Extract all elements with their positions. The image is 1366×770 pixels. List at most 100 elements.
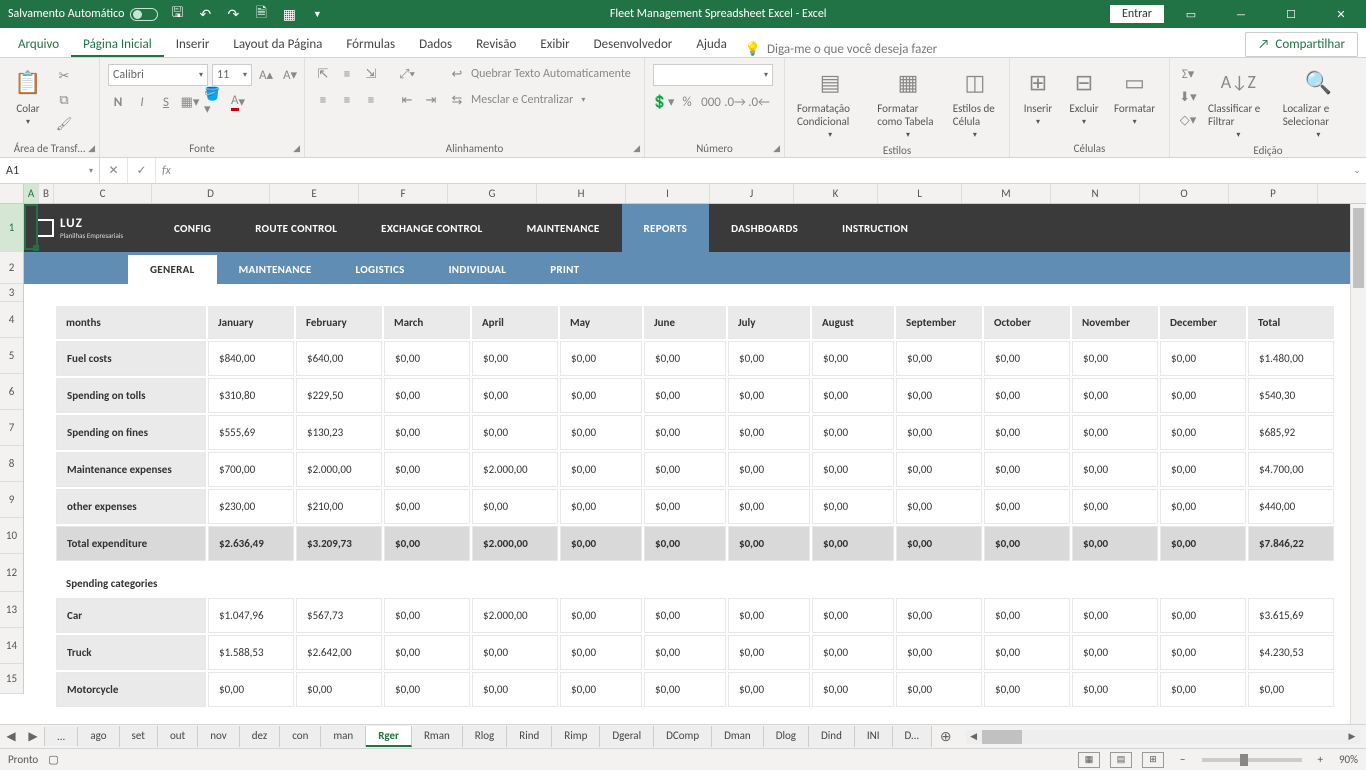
ribbon-options-icon[interactable]: ▭ <box>1168 0 1214 28</box>
view-normal-icon[interactable]: ▦ <box>1078 752 1100 768</box>
table-cell[interactable]: $0,00 <box>728 415 810 450</box>
table-cell[interactable]: $2.000,00 <box>472 526 558 561</box>
table-header[interactable]: months <box>56 306 206 339</box>
table-cell[interactable]: $229,50 <box>296 378 382 413</box>
table-cell[interactable]: $0,00 <box>896 378 982 413</box>
table-cell[interactable]: $0,00 <box>812 526 894 561</box>
table-cell[interactable]: $0,00 <box>1072 452 1158 487</box>
table-cell[interactable]: $0,00 <box>472 672 558 707</box>
table-cell[interactable]: $0,00 <box>1072 415 1158 450</box>
table-cell[interactable]: $0,00 <box>384 672 470 707</box>
table-cell[interactable]: $0,00 <box>896 526 982 561</box>
insert-cells-button[interactable]: ⊞Inserir▾ <box>1018 62 1058 129</box>
share-button[interactable]: ↗ Compartilhar <box>1245 32 1358 57</box>
table-cell[interactable]: $555,69 <box>208 415 294 450</box>
nav-item-config[interactable]: CONFIG <box>152 204 233 252</box>
table-cell[interactable]: Truck <box>56 635 206 670</box>
table-cell[interactable]: $0,00 <box>812 672 894 707</box>
vertical-scrollbar[interactable] <box>1350 204 1366 724</box>
table-cell[interactable]: $0,00 <box>644 341 726 376</box>
sheet-tab[interactable]: dez <box>240 726 281 747</box>
sheet-tab[interactable]: ago <box>78 726 119 747</box>
column-header[interactable]: A <box>24 184 39 203</box>
expand-formula-bar-icon[interactable]: ⌄ <box>1348 165 1366 176</box>
table-cell[interactable]: $0,00 <box>728 452 810 487</box>
sheet-tab[interactable]: man <box>321 726 366 747</box>
table-cell[interactable]: $130,23 <box>296 415 382 450</box>
table-cell[interactable]: $0,00 <box>644 672 726 707</box>
copy-icon[interactable]: ⧉ <box>54 90 74 110</box>
merge-center-button[interactable]: ⇆Mesclar e Centralizar▾ <box>447 90 631 110</box>
row-header[interactable]: 14 <box>0 628 23 664</box>
table-cell[interactable]: $0,00 <box>1072 672 1158 707</box>
table-cell[interactable]: $0,00 <box>728 598 810 633</box>
zoom-level[interactable]: 90% <box>1339 753 1358 766</box>
qat-icon-1[interactable]: 🗎 <box>252 5 270 23</box>
tab-review[interactable]: Revisão <box>464 31 528 57</box>
table-cell[interactable]: $0,00 <box>728 672 810 707</box>
table-cell[interactable]: $0,00 <box>384 415 470 450</box>
table-cell[interactable]: $0,00 <box>472 378 558 413</box>
column-header[interactable]: P <box>1229 184 1318 203</box>
table-cell[interactable]: $700,00 <box>208 452 294 487</box>
align-center-icon[interactable]: ≡ <box>337 90 357 110</box>
name-box[interactable]: A1▾ <box>0 158 100 183</box>
tab-insert[interactable]: Inserir <box>164 31 222 57</box>
table-cell[interactable]: $0,00 <box>896 415 982 450</box>
sheet-tab[interactable]: Dind <box>809 726 855 747</box>
table-cell[interactable]: $0,00 <box>644 635 726 670</box>
table-cell[interactable]: $0,00 <box>472 489 558 524</box>
row-header[interactable]: 12 <box>0 554 23 592</box>
format-painter-icon[interactable]: 🖌 <box>54 114 74 134</box>
table-cell[interactable]: $0,00 <box>984 378 1070 413</box>
column-header[interactable]: H <box>537 184 626 203</box>
undo-icon[interactable]: ↶ <box>196 5 214 23</box>
font-color-icon[interactable]: A▾ <box>228 92 248 112</box>
login-button[interactable]: Entrar <box>1110 5 1164 23</box>
table-cell[interactable]: $2.642,00 <box>296 635 382 670</box>
nav-item-instruction[interactable]: INSTRUCTION <box>820 204 930 252</box>
table-cell[interactable]: Motorcycle <box>56 672 206 707</box>
table-cell[interactable]: $0,00 <box>984 452 1070 487</box>
sub-tab-print[interactable]: PRINT <box>528 255 601 284</box>
sheet-tab[interactable]: nov <box>198 726 240 747</box>
table-cell[interactable]: $0,00 <box>644 489 726 524</box>
table-cell[interactable]: $0,00 <box>560 598 642 633</box>
table-cell[interactable]: $0,00 <box>1160 598 1246 633</box>
redo-icon[interactable]: ↷ <box>224 5 242 23</box>
table-cell[interactable]: $0,00 <box>812 489 894 524</box>
column-header[interactable]: G <box>448 184 537 203</box>
table-cell[interactable]: Maintenance expenses <box>56 452 206 487</box>
sub-tab-maintenance[interactable]: MAINTENANCE <box>217 255 334 284</box>
tab-developer[interactable]: Desenvolvedor <box>582 31 685 57</box>
column-header[interactable]: E <box>270 184 359 203</box>
table-cell[interactable]: $0,00 <box>728 378 810 413</box>
paste-button[interactable]: 📋 Colar ▾ <box>8 62 48 129</box>
table-cell[interactable]: other expenses <box>56 489 206 524</box>
close-icon[interactable]: ✕ <box>1318 0 1364 28</box>
row-header[interactable]: 10 <box>0 518 23 554</box>
cancel-formula-icon[interactable]: ✕ <box>100 158 128 183</box>
nav-item-exchange-control[interactable]: EXCHANGE CONTROL <box>359 204 504 252</box>
borders-icon[interactable]: ▦▾ <box>180 92 200 112</box>
table-cell[interactable]: $0,00 <box>560 635 642 670</box>
increase-font-icon[interactable]: A▴ <box>256 65 276 85</box>
table-header[interactable]: April <box>472 306 558 339</box>
table-cell[interactable]: $0,00 <box>896 489 982 524</box>
maximize-icon[interactable]: ☐ <box>1268 0 1314 28</box>
table-cell[interactable]: $1.588,53 <box>208 635 294 670</box>
table-cell[interactable]: $0,00 <box>1160 341 1246 376</box>
sub-tab-logistics[interactable]: LOGISTICS <box>334 255 427 284</box>
table-cell[interactable]: $0,00 <box>384 452 470 487</box>
table-cell[interactable]: $0,00 <box>1248 672 1334 707</box>
table-cell[interactable]: $0,00 <box>644 598 726 633</box>
tab-home[interactable]: Página Inicial <box>71 31 164 57</box>
table-header[interactable]: August <box>812 306 894 339</box>
table-cell[interactable]: Spending on fines <box>56 415 206 450</box>
table-cell[interactable]: $540,30 <box>1248 378 1334 413</box>
table-cell[interactable]: $0,00 <box>384 378 470 413</box>
table-cell[interactable]: $567,73 <box>296 598 382 633</box>
table-header[interactable]: January <box>208 306 294 339</box>
tab-view[interactable]: Exibir <box>528 31 581 57</box>
table-cell[interactable]: $0,00 <box>812 635 894 670</box>
